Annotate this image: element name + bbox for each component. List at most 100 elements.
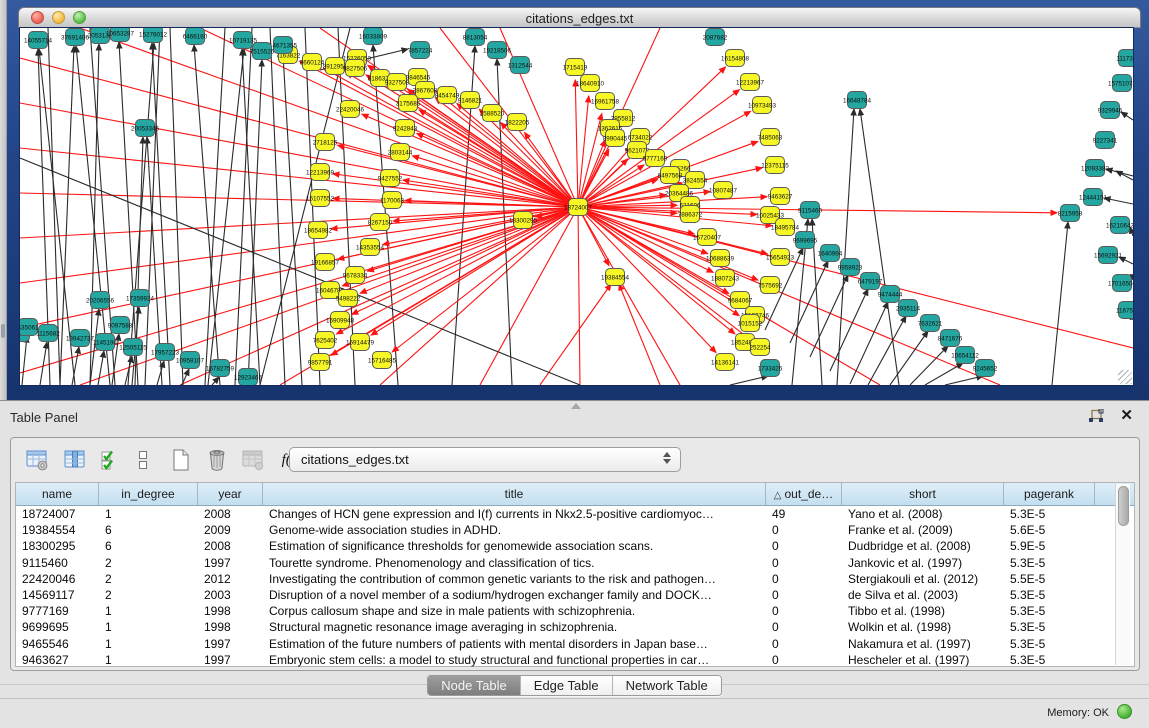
graph-node[interactable]: 8912954 — [323, 58, 348, 75]
tab-network-table[interactable]: Network Table — [613, 676, 721, 695]
table-row[interactable]: 946362711997Embryonic stem cells: a mode… — [16, 652, 1134, 668]
graph-node[interactable]: 16210643 — [1106, 217, 1133, 234]
graph-node[interactable]: 37691406 — [61, 29, 90, 46]
graph-node[interactable]: 15692921 — [1094, 247, 1123, 264]
graph-node[interactable]: 15720407 — [693, 229, 722, 246]
table-row[interactable]: 977716911998Corpus callosum shape and si… — [16, 603, 1134, 619]
graph-node[interactable]: 12923465 — [234, 369, 263, 386]
graph-node[interactable]: 9242843 — [393, 120, 418, 137]
graph-node[interactable]: 1822205 — [505, 114, 530, 131]
graph-node[interactable]: 9227341 — [1093, 132, 1118, 149]
graph-node[interactable]: 16961758 — [591, 93, 620, 110]
table-row[interactable]: 2242004622012Investigating the contribut… — [16, 571, 1134, 587]
graph-node[interactable]: 1640994 — [818, 245, 843, 262]
graph-node[interactable]: 8267150 — [368, 214, 393, 231]
graph-node[interactable]: 1312544 — [508, 57, 533, 74]
table-options-button[interactable] — [23, 446, 51, 474]
select-all-button[interactable] — [97, 446, 125, 474]
graph-node[interactable]: 16107552 — [306, 190, 335, 207]
graph-node[interactable]: 1167533 — [1116, 302, 1133, 319]
graph-node[interactable]: 16914479 — [346, 334, 375, 351]
splitter-handle[interactable] — [571, 403, 581, 409]
deselect-rows-button[interactable] — [129, 446, 157, 474]
collapsed-side-panel[interactable] — [0, 0, 7, 400]
graph-node[interactable]: 18640910 — [576, 75, 605, 92]
graph-node[interactable]: 252254 — [749, 339, 771, 356]
graph-node[interactable]: 7515526 — [250, 43, 275, 60]
graph-node[interactable]: 16909948 — [326, 312, 355, 329]
graph-node[interactable]: 2087682 — [703, 29, 728, 46]
graph-node[interactable]: 7575692 — [758, 277, 783, 294]
graph-node[interactable]: 6479197 — [858, 273, 883, 290]
minimize-window-button[interactable] — [52, 11, 65, 24]
column-header-short[interactable]: short — [842, 483, 1004, 505]
graph-node[interactable]: 15716485 — [368, 352, 397, 369]
graph-node[interactable]: 1115682 — [36, 325, 60, 342]
graph-node[interactable]: 9474444 — [878, 286, 903, 303]
graph-node[interactable]: 12444151 — [1079, 189, 1108, 206]
column-header-out_de[interactable]: △out_de… — [766, 483, 842, 505]
graph-node[interactable]: 16648784 — [843, 92, 872, 109]
graph-node[interactable]: 19384554 — [601, 269, 630, 286]
graph-node[interactable]: 15276012 — [139, 28, 168, 43]
graph-node[interactable]: 3175685 — [396, 95, 421, 112]
table-source-dropdown[interactable]: citations_edges.txt — [289, 447, 681, 472]
graph-node[interactable]: 8660124 — [300, 54, 325, 71]
graph-node[interactable]: 22420046 — [336, 101, 365, 118]
graph-node[interactable]: 2718126 — [313, 134, 338, 151]
zoom-window-button[interactable] — [73, 11, 86, 24]
table-row[interactable]: 911546021997Tourette syndrome. Phenomeno… — [16, 555, 1134, 571]
graph-node[interactable]: 9958923 — [838, 259, 863, 276]
graph-node[interactable]: 1015152 — [738, 315, 763, 332]
graph-node[interactable]: 12213967 — [736, 74, 765, 91]
table-scrollbar[interactable] — [1115, 484, 1130, 665]
graph-node[interactable]: 7625402 — [313, 332, 338, 349]
graph-node[interactable]: 9327508 — [385, 74, 410, 91]
column-header-name[interactable]: name — [16, 483, 99, 505]
graph-node[interactable]: 10688639 — [706, 250, 735, 267]
graph-node[interactable]: 9427552 — [378, 170, 403, 187]
graph-node[interactable]: 7485063 — [758, 129, 783, 146]
close-panel-icon[interactable]: ✕ — [1120, 406, 1133, 424]
graph-node[interactable]: 8813054 — [463, 29, 488, 46]
graph-node[interactable]: 9115460 — [798, 202, 823, 219]
graph-node[interactable]: 9329946 — [1098, 102, 1123, 119]
graph-node[interactable]: 9498222 — [336, 290, 361, 307]
graph-node[interactable]: 7857224 — [408, 42, 433, 59]
network-svg[interactable]: 1872400771638228660124891295415226053982… — [20, 28, 1133, 385]
graph-node[interactable]: 1145194 — [93, 334, 118, 351]
close-window-button[interactable] — [31, 11, 44, 24]
tab-edge-table[interactable]: Edge Table — [521, 676, 613, 695]
graph-node[interactable]: 14353554 — [356, 239, 385, 256]
network-canvas[interactable]: 1872400771638228660124891295415226053982… — [20, 28, 1133, 385]
graph-node[interactable]: 10653287 — [106, 28, 135, 42]
column-header-in_degree[interactable]: in_degree — [99, 483, 198, 505]
column-header-pagerank[interactable]: pagerank — [1004, 483, 1095, 505]
graph-node[interactable]: 12093382 — [1081, 160, 1110, 177]
float-panel-icon[interactable] — [1088, 409, 1104, 423]
table-row[interactable]: 1938455462009Genome-wide association stu… — [16, 522, 1134, 538]
graph-node[interactable]: 9699695 — [793, 232, 818, 249]
graph-node[interactable]: 15751074 — [1108, 75, 1133, 92]
table-row[interactable]: 1456911722003Disruption of a novel membe… — [16, 587, 1134, 603]
graph-node[interactable]: 6497568 — [658, 167, 683, 184]
graph-node[interactable]: 2053134 — [88, 28, 113, 44]
graph-node[interactable]: 9827506 — [343, 60, 368, 77]
graph-node[interactable]: 7632621 — [918, 315, 943, 332]
table-row[interactable]: 1872400712008Changes of HCN gene express… — [16, 506, 1134, 522]
show-column-button[interactable] — [61, 446, 89, 474]
scrollbar-thumb[interactable] — [1118, 486, 1129, 526]
graph-node[interactable]: 2588520 — [480, 105, 505, 122]
graph-node[interactable]: 14136141 — [711, 354, 740, 371]
panel-expand-handle[interactable] — [1, 324, 5, 338]
graph-node[interactable]: 9097588 — [108, 317, 133, 334]
column-header-title[interactable]: title — [263, 483, 766, 505]
graph-node[interactable]: 9678334 — [343, 267, 368, 284]
graph-node[interactable]: 17016504 — [1108, 275, 1133, 292]
graph-node[interactable]: 8990445 — [603, 130, 628, 147]
graph-node[interactable]: 8215958 — [1058, 205, 1083, 222]
graph-node[interactable]: 7886372 — [678, 206, 703, 223]
graph-node[interactable]: 10654112 — [951, 347, 979, 364]
graph-node[interactable]: 16033809 — [359, 28, 388, 45]
graph-node[interactable]: 15654923 — [766, 249, 795, 266]
